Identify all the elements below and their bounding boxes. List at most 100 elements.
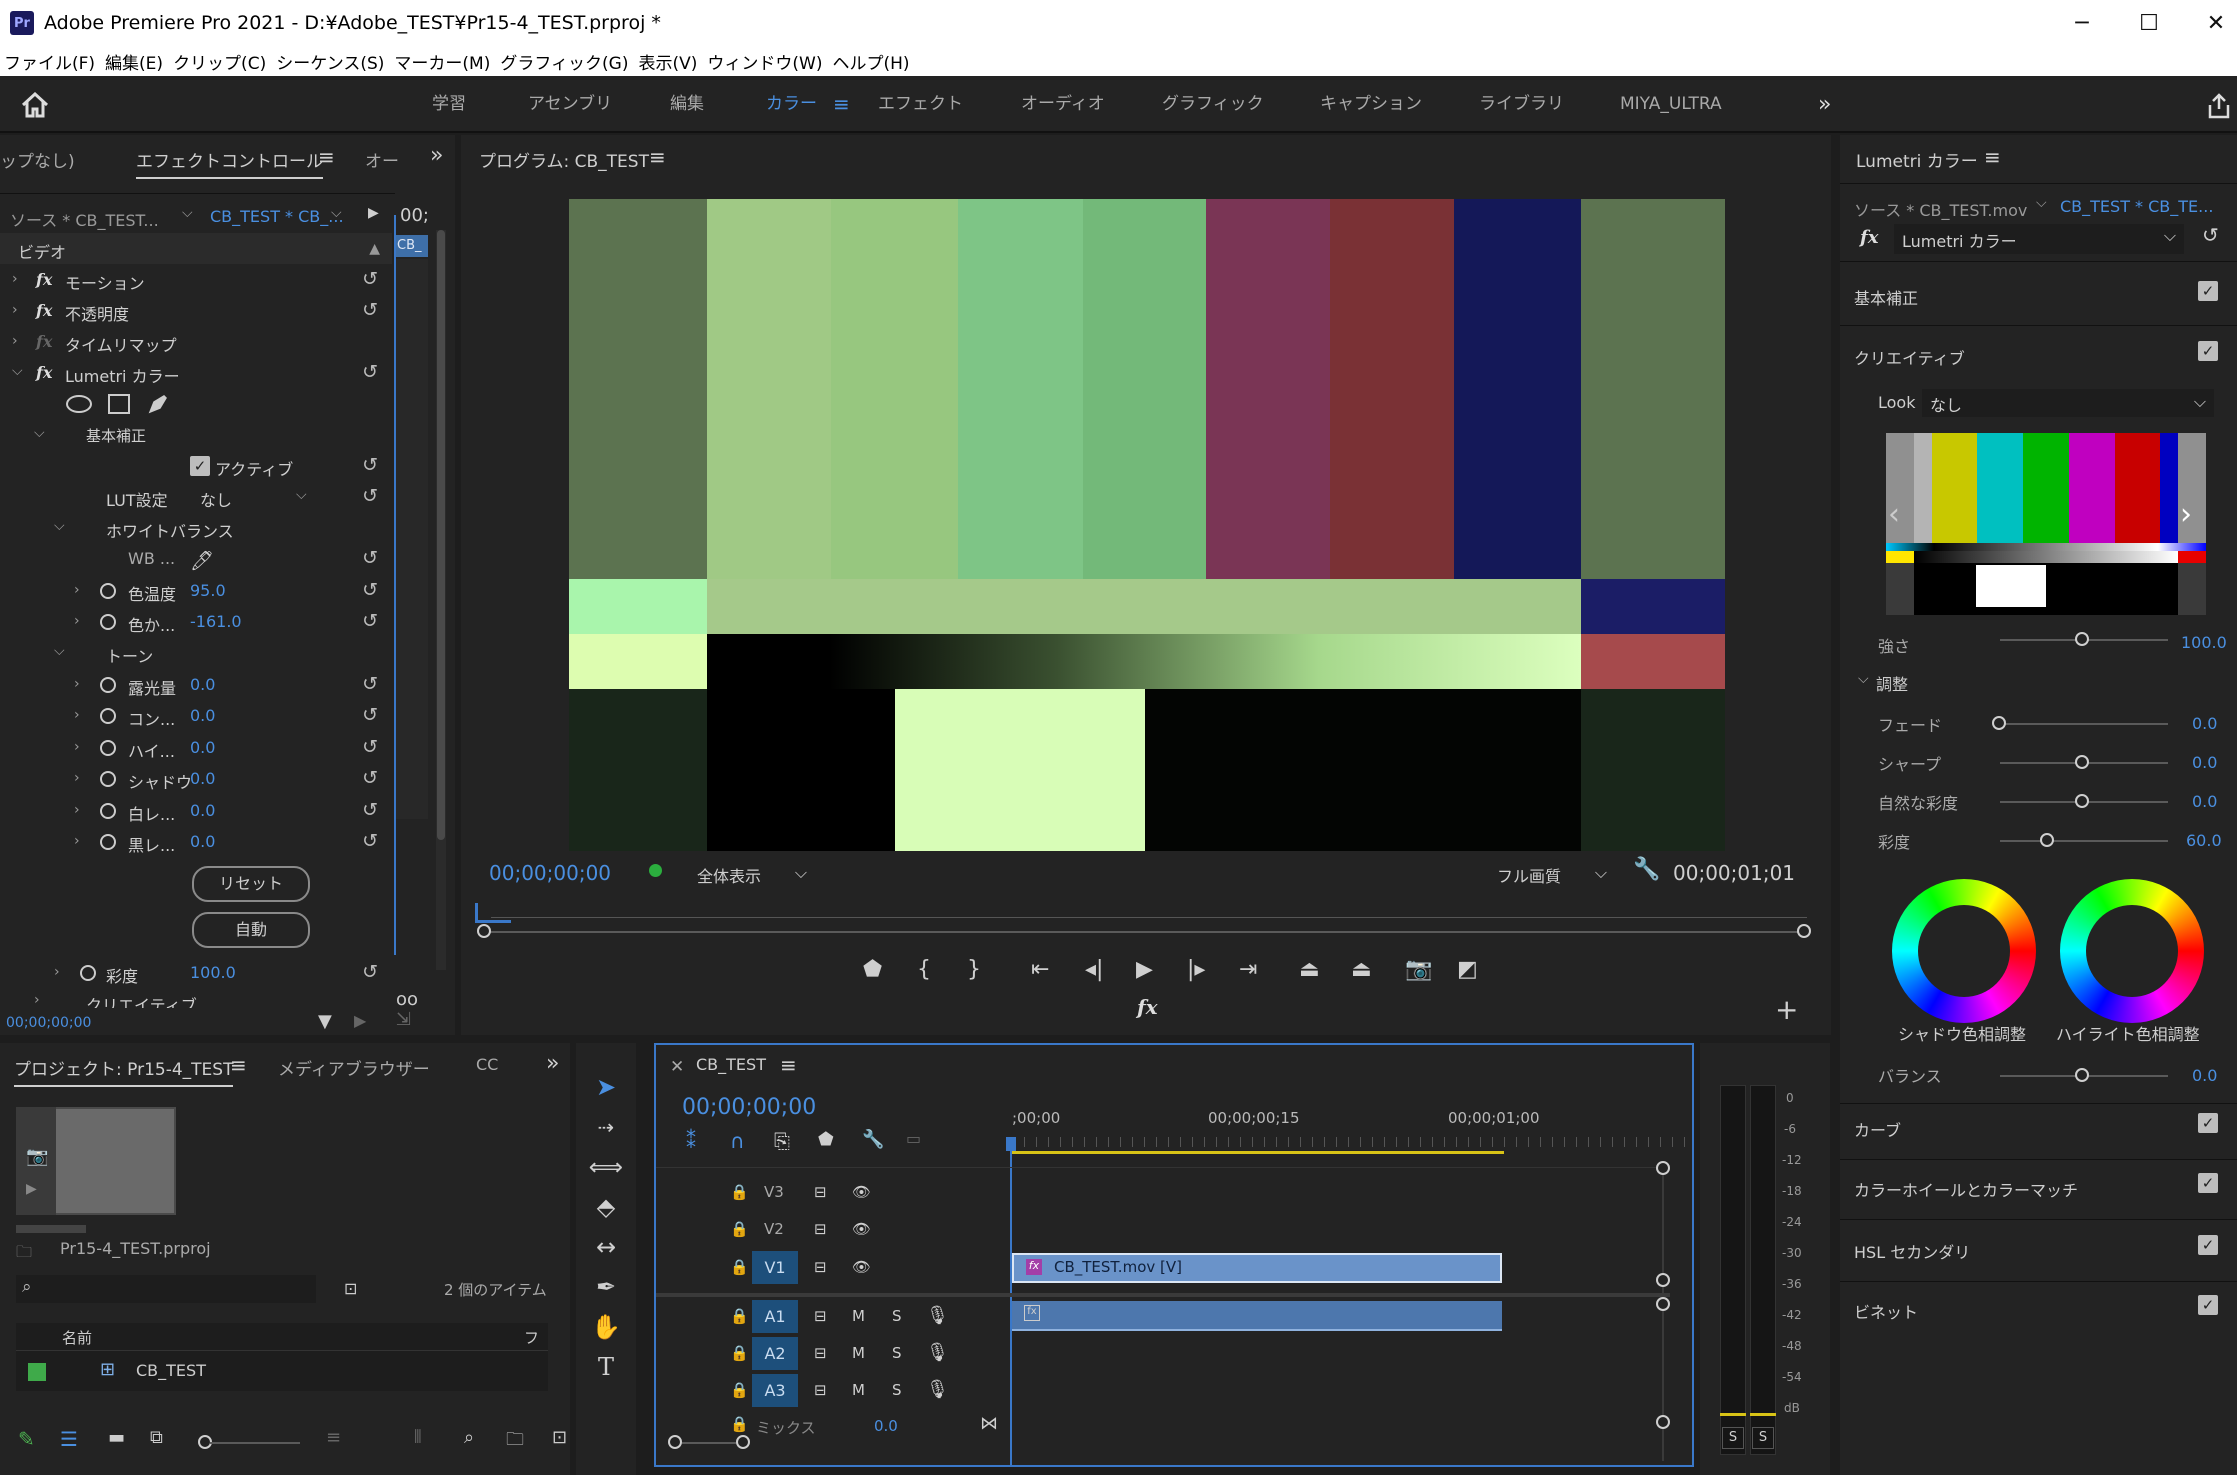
reset-motion-icon[interactable]: ↺ <box>362 268 378 290</box>
vignette-checkbox[interactable]: ✓ <box>2198 1295 2218 1315</box>
saturation-value-lumetri[interactable]: 60.0 <box>2186 831 2222 850</box>
project-overflow-icon[interactable]: » <box>546 1051 559 1076</box>
freeform-view-icon[interactable]: ⧉ <box>150 1427 163 1448</box>
workspace-edit[interactable]: 編集 <box>670 76 704 133</box>
v1-eye-icon[interactable]: 👁 <box>852 1258 871 1276</box>
balance-value[interactable]: 0.0 <box>2192 1066 2217 1085</box>
expand-timeline-icon[interactable]: ▶ <box>368 205 379 221</box>
collapse-tone-icon[interactable]: ⌵ <box>54 643 65 659</box>
contrast-value[interactable]: 0.0 <box>190 706 215 725</box>
adjust-collapse-icon[interactable]: ⌵ <box>1858 671 1869 687</box>
lumetri-source-selector[interactable]: ソース * CB_TEST.mov <box>1854 197 2027 221</box>
zoom-bar-left-handle[interactable] <box>477 924 491 938</box>
shadow-tint-wheel[interactable] <box>1892 879 2036 1023</box>
find-icon[interactable]: ⌕ <box>464 1427 474 1448</box>
reset-lut-icon[interactable]: ↺ <box>362 485 378 507</box>
reset-shadows-icon[interactable]: ↺ <box>362 767 378 789</box>
lumetri-reset-icon[interactable]: ↺ <box>2202 223 2219 247</box>
workspace-custom[interactable]: MIYA_ULTRA <box>1620 76 1722 133</box>
a2-sync-icon[interactable]: ⊟ <box>814 1344 827 1362</box>
list-view-icon[interactable]: ☰ <box>60 1427 78 1451</box>
video-clip[interactable]: fx CB_TEST.mov [V] <box>1012 1253 1502 1283</box>
selection-tool-icon[interactable]: ➤ <box>588 1069 624 1105</box>
fade-slider[interactable] <box>2000 723 2168 725</box>
workspace-libraries[interactable]: ライブラリ <box>1479 76 1564 133</box>
a2-mute-button[interactable]: M <box>852 1344 865 1362</box>
look-next-icon[interactable]: › <box>2180 497 2192 532</box>
zoom-bar[interactable] <box>483 931 1803 933</box>
v3-label[interactable]: V3 <box>764 1183 784 1201</box>
av-divider[interactable] <box>656 1293 1670 1297</box>
effect-time-remap[interactable]: タイムリマップ <box>65 332 177 356</box>
workspace-assembly[interactable]: アセンブリ <box>528 76 612 133</box>
saturation-stopwatch-icon[interactable] <box>80 965 96 981</box>
vscroll-mid-knob[interactable] <box>1656 1273 1670 1287</box>
share-icon[interactable] <box>2207 93 2231 119</box>
type-tool-icon[interactable]: T <box>588 1349 624 1385</box>
blacks-stopwatch-icon[interactable] <box>100 834 116 850</box>
thumbnail-play-icon[interactable]: ▶ <box>26 1181 37 1197</box>
add-marker-icon[interactable]: ⬟ <box>863 957 882 982</box>
step-forward-icon[interactable]: |▸ <box>1187 957 1205 982</box>
play-icon[interactable]: ▶ <box>1136 957 1153 982</box>
home-icon[interactable] <box>20 92 50 118</box>
expand-opacity-icon[interactable]: › <box>12 302 18 318</box>
work-area-bar[interactable] <box>1012 1151 1504 1154</box>
settings-wrench-icon[interactable]: 🔧 <box>1633 857 1660 882</box>
reset-exposure-icon[interactable]: ↺ <box>362 673 378 695</box>
a1-voiceover-mic-icon[interactable]: 🎙 <box>926 1305 949 1326</box>
zoom-bar-right-handle[interactable] <box>1797 924 1811 938</box>
v3-eye-icon[interactable]: 👁 <box>852 1183 871 1201</box>
reset-contrast-icon[interactable]: ↺ <box>362 704 378 726</box>
basic-correction-section[interactable]: 基本補正 <box>1854 285 1918 309</box>
sequence-dropdown-icon[interactable]: ⌵ <box>331 205 342 221</box>
tab-project[interactable]: プロジェクト: Pr15-4_TEST <box>14 1055 234 1087</box>
timeline-timecode[interactable]: 00;00;00;00 <box>682 1095 816 1120</box>
highlights-value[interactable]: 0.0 <box>190 738 215 757</box>
look-preview-thumbnail[interactable] <box>1886 433 2206 615</box>
left-solo-button[interactable]: S <box>1722 1427 1744 1449</box>
workspace-color[interactable]: カラー <box>766 76 817 133</box>
effect-lumetri[interactable]: Lumetri カラー <box>65 363 180 387</box>
temp-value[interactable]: 95.0 <box>190 581 226 600</box>
col-name-header[interactable]: 名前 <box>62 1327 92 1348</box>
panels-overflow-icon[interactable]: » <box>430 143 443 168</box>
reset-temp-icon[interactable]: ↺ <box>362 579 378 601</box>
whites-value[interactable]: 0.0 <box>190 801 215 820</box>
contrast-stopwatch-icon[interactable] <box>100 708 116 724</box>
slip-tool-icon[interactable]: ↔ <box>588 1229 624 1265</box>
program-monitor-title[interactable]: プログラム: CB_TEST <box>479 147 649 172</box>
menu-sequence[interactable]: シーケンス(S) <box>272 49 390 74</box>
vibrance-slider-knob[interactable] <box>2075 794 2089 808</box>
vignette-section[interactable]: ビネット <box>1854 1299 1918 1323</box>
write-mode-pencil-icon[interactable]: ✎ <box>18 1427 35 1451</box>
extract-icon[interactable]: ⏏ <box>1351 957 1372 982</box>
intensity-slider-knob[interactable] <box>2075 632 2089 646</box>
basic-correction-checkbox[interactable]: ✓ <box>2198 281 2218 301</box>
program-ruler[interactable] <box>491 905 1807 927</box>
timeline-hzoom-right-knob[interactable] <box>736 1435 750 1449</box>
program-video-frame[interactable] <box>569 199 1725 851</box>
rectangle-mask-icon[interactable] <box>108 394 130 414</box>
go-to-in-icon[interactable]: ⇤ <box>1031 957 1049 982</box>
tab-no-clip[interactable]: ップなし) <box>0 147 75 172</box>
eyedropper-icon[interactable]: 🖊 <box>190 549 214 572</box>
highlight-tint-wheel[interactable] <box>2060 879 2204 1023</box>
intensity-value[interactable]: 100.0 <box>2181 633 2227 652</box>
new-item-icon[interactable]: ⊡ <box>552 1427 567 1448</box>
expand-whites-icon[interactable]: › <box>74 802 80 818</box>
ec-bottom-timecode[interactable]: 00;00;00;00 <box>6 1015 91 1031</box>
razor-tool-icon[interactable]: ⬘ <box>588 1189 624 1225</box>
v2-lock-icon[interactable]: 🔒 <box>730 1220 749 1238</box>
add-marker-timeline-icon[interactable]: ⬟ <box>818 1129 834 1150</box>
menu-view[interactable]: 表示(V) <box>634 49 703 74</box>
v1-lock-icon[interactable]: 🔒 <box>730 1258 749 1276</box>
reset-whites-icon[interactable]: ↺ <box>362 799 378 821</box>
a3-lock-icon[interactable]: 🔒 <box>730 1381 749 1399</box>
creative-checkbox[interactable]: ✓ <box>2198 341 2218 361</box>
v1-sync-icon[interactable]: ⊟ <box>814 1258 827 1276</box>
a2-lock-icon[interactable]: 🔒 <box>730 1344 749 1362</box>
shadows-value[interactable]: 0.0 <box>190 769 215 788</box>
timeline-settings-wrench-icon[interactable]: 🔧 <box>862 1129 884 1150</box>
look-prev-icon[interactable]: ‹ <box>1888 497 1900 532</box>
